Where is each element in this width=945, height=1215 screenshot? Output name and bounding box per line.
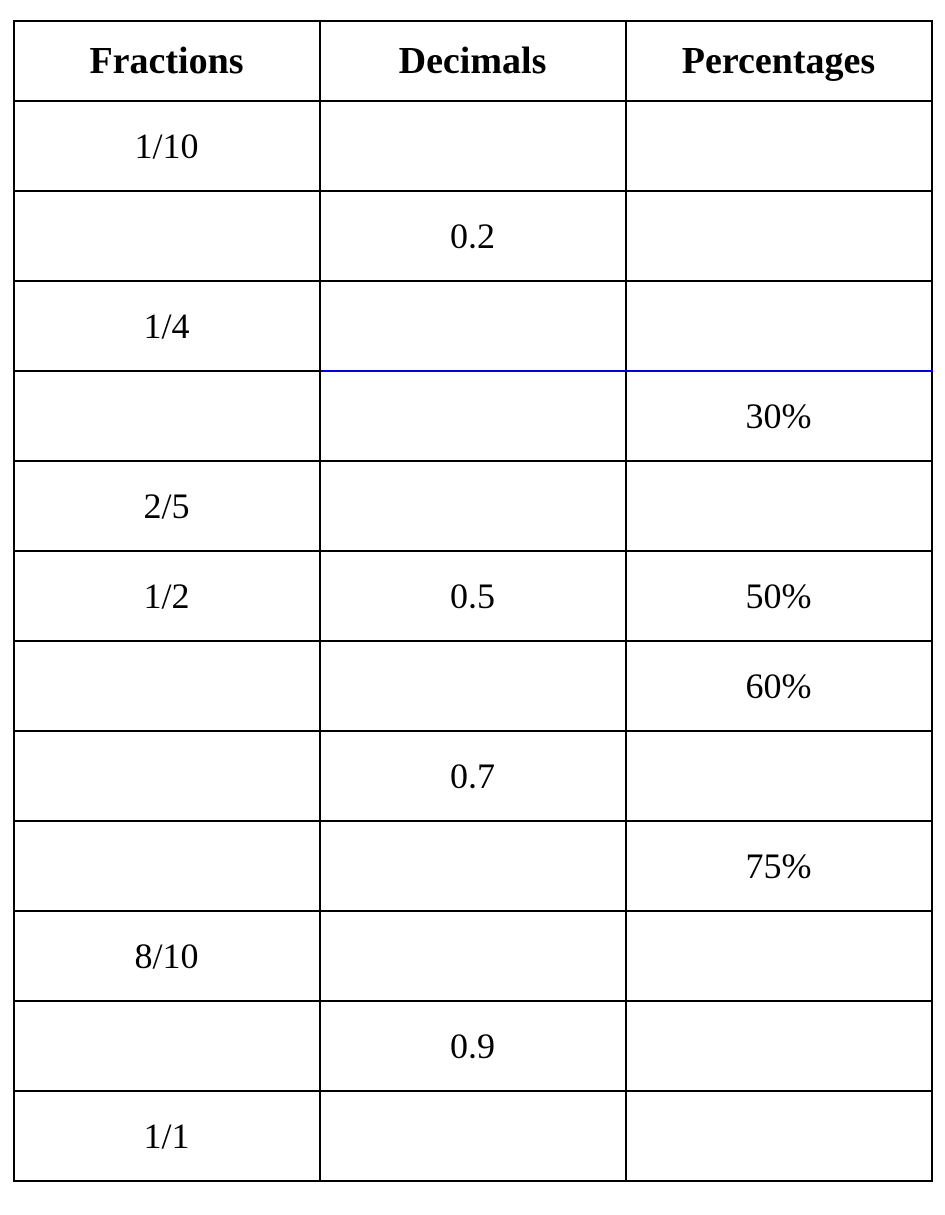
cell-percentage: 50% — [626, 551, 932, 641]
cell-fraction: 8/10 — [14, 911, 320, 1001]
cell-fraction: 1/1 — [14, 1091, 320, 1181]
cell-fraction — [14, 731, 320, 821]
cell-percentage — [626, 281, 932, 371]
table-row: 0.2 — [14, 191, 932, 281]
cell-fraction: 1/2 — [14, 551, 320, 641]
table-row: 60% — [14, 641, 932, 731]
cell-percentage — [626, 1091, 932, 1181]
cell-percentage: 75% — [626, 821, 932, 911]
fractions-decimals-percentages-table: Fractions Decimals Percentages 1/100.21/… — [13, 20, 933, 1182]
cell-fraction: 1/10 — [14, 101, 320, 191]
cell-decimal: 0.7 — [320, 731, 626, 821]
cell-decimal — [320, 1091, 626, 1181]
table-row: 0.9 — [14, 1001, 932, 1091]
cell-decimal — [320, 371, 626, 461]
table-row: 2/5 — [14, 461, 932, 551]
cell-percentage: 60% — [626, 641, 932, 731]
cell-decimal: 0.2 — [320, 191, 626, 281]
table-row: 30% — [14, 371, 932, 461]
cell-fraction — [14, 371, 320, 461]
cell-fraction: 2/5 — [14, 461, 320, 551]
table-row: 75% — [14, 821, 932, 911]
cell-percentage — [626, 911, 932, 1001]
cell-decimal — [320, 101, 626, 191]
table-row: 8/10 — [14, 911, 932, 1001]
table-row: 1/20.550% — [14, 551, 932, 641]
cell-decimal — [320, 461, 626, 551]
cell-decimal: 0.5 — [320, 551, 626, 641]
main-table-container: Fractions Decimals Percentages 1/100.21/… — [13, 20, 933, 1182]
cell-fraction — [14, 641, 320, 731]
header-decimals: Decimals — [320, 21, 626, 101]
cell-decimal — [320, 281, 626, 371]
table-row: 0.7 — [14, 731, 932, 821]
cell-decimal — [320, 911, 626, 1001]
cell-fraction: 1/4 — [14, 281, 320, 371]
cell-decimal — [320, 821, 626, 911]
cell-decimal: 0.9 — [320, 1001, 626, 1091]
header-percentages: Percentages — [626, 21, 932, 101]
header-row: Fractions Decimals Percentages — [14, 21, 932, 101]
cell-fraction — [14, 821, 320, 911]
table-row: 1/1 — [14, 1091, 932, 1181]
cell-fraction — [14, 1001, 320, 1091]
cell-percentage — [626, 731, 932, 821]
cell-fraction — [14, 191, 320, 281]
cell-percentage: 30% — [626, 371, 932, 461]
cell-percentage — [626, 461, 932, 551]
cell-decimal — [320, 641, 626, 731]
header-fractions: Fractions — [14, 21, 320, 101]
table-row: 1/4 — [14, 281, 932, 371]
cell-percentage — [626, 101, 932, 191]
table-row: 1/10 — [14, 101, 932, 191]
cell-percentage — [626, 1001, 932, 1091]
cell-percentage — [626, 191, 932, 281]
